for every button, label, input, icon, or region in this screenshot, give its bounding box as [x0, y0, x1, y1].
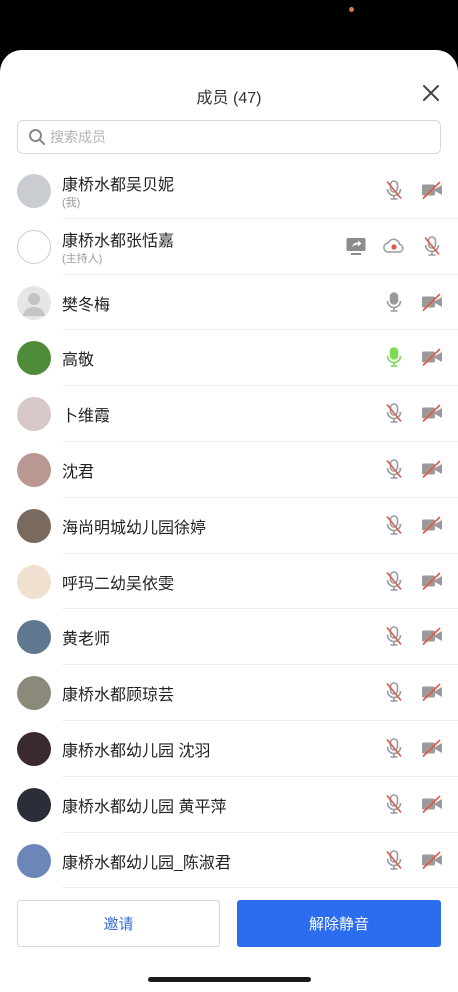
member-row[interactable]: 海尚明城幼儿园徐婷	[0, 498, 458, 554]
member-row[interactable]: 呼玛二幼吴依雯	[0, 554, 458, 610]
camera-off-icon[interactable]	[420, 457, 444, 481]
mic-muted-icon[interactable]	[382, 178, 406, 202]
member-status-icons	[382, 345, 444, 369]
member-status-icons	[382, 848, 444, 872]
mic-muted-icon[interactable]	[382, 624, 406, 648]
member-status-icons	[382, 178, 444, 202]
avatar	[17, 620, 51, 655]
member-role: (主持人)	[62, 252, 103, 265]
mic-muted-icon[interactable]	[382, 736, 406, 760]
member-row[interactable]: 康桥水都张恬嘉 (主持人)	[0, 219, 458, 275]
avatar	[17, 285, 51, 320]
mic-muted-icon[interactable]	[382, 401, 406, 425]
member-row[interactable]: 沈君	[0, 442, 458, 498]
member-status-icons	[382, 457, 444, 481]
mic-muted-icon[interactable]	[382, 569, 406, 593]
member-name: 康桥水都幼儿园 沈羽	[62, 742, 211, 760]
camera-off-icon[interactable]	[420, 401, 444, 425]
search-icon	[29, 129, 45, 145]
member-row[interactable]: 高敬	[0, 330, 458, 387]
member-name: 康桥水都吴贝妮	[62, 177, 175, 194]
screen-share-icon[interactable]	[344, 234, 368, 258]
mic-muted-icon[interactable]	[382, 457, 406, 481]
home-indicator[interactable]	[148, 977, 311, 982]
unmute-button[interactable]: 解除静音	[237, 900, 441, 947]
avatar	[17, 843, 51, 878]
member-name: 樊冬梅	[62, 296, 111, 314]
member-row[interactable]: 樊冬梅	[0, 275, 458, 331]
member-row[interactable]: 康桥水都幼儿园 沈羽	[0, 721, 458, 777]
camera-off-icon[interactable]	[420, 736, 444, 760]
member-row[interactable]: 康桥水都顾琼芸	[0, 665, 458, 721]
camera-off-icon[interactable]	[420, 569, 444, 593]
mic-muted-icon[interactable]	[382, 513, 406, 537]
avatar	[17, 731, 51, 766]
member-status-icons	[382, 401, 444, 425]
camera-indicator	[349, 7, 354, 12]
panel-header: 成员 (47)	[0, 50, 458, 154]
avatar	[17, 676, 51, 711]
member-name: 康桥水都幼儿园_陈淑君	[62, 854, 231, 872]
screen: 成员 (47) 康桥水都吴贝妮 (我) 康桥水都张恬嘉 (主持人) 樊冬梅高敬卜维霞沈君…	[0, 0, 458, 992]
member-name: 沈君	[62, 463, 95, 481]
member-status-icons	[382, 680, 444, 704]
member-status-icons	[382, 290, 444, 314]
member-name: 卜维霞	[62, 408, 111, 426]
avatar	[17, 174, 51, 208]
avatar	[17, 341, 51, 376]
member-status-icons	[382, 624, 444, 648]
member-status-icons	[344, 234, 444, 258]
mic-muted-icon[interactable]	[382, 680, 406, 704]
member-row[interactable]: 黄老师	[0, 609, 458, 666]
mic-icon[interactable]	[382, 290, 406, 314]
member-name: 康桥水都张恬嘉	[62, 232, 175, 250]
mic-muted-icon[interactable]	[382, 792, 406, 816]
avatar	[17, 452, 51, 487]
member-row[interactable]: 卜维霞	[0, 386, 458, 442]
camera-off-icon[interactable]	[420, 624, 444, 648]
mic-icon[interactable]	[382, 345, 406, 369]
search-box[interactable]	[17, 120, 441, 154]
close-icon[interactable]	[420, 82, 442, 104]
avatar	[17, 564, 51, 599]
member-status-icons	[382, 513, 444, 537]
search-input[interactable]	[50, 129, 410, 145]
members-panel: 成员 (47) 康桥水都吴贝妮 (我) 康桥水都张恬嘉 (主持人) 樊冬梅高敬卜维霞沈君…	[0, 50, 458, 992]
camera-off-icon[interactable]	[420, 848, 444, 872]
member-row[interactable]: 康桥水都幼儿园_陈淑君	[0, 833, 458, 889]
mic-muted-icon[interactable]	[420, 234, 444, 258]
invite-button[interactable]: 邀请	[17, 900, 220, 947]
camera-off-icon[interactable]	[420, 680, 444, 704]
member-row[interactable]: 康桥水都幼儿园 黄平萍	[0, 777, 458, 833]
member-status-icons	[382, 792, 444, 816]
camera-off-icon[interactable]	[420, 178, 444, 202]
member-name: 呼玛二幼吴依雯	[62, 575, 175, 593]
avatar	[17, 397, 51, 432]
member-row[interactable]: 康桥水都吴贝妮 (我)	[0, 163, 458, 219]
member-role: (我)	[62, 197, 81, 209]
avatar	[17, 508, 51, 543]
mic-muted-icon[interactable]	[382, 848, 406, 872]
avatar	[17, 229, 51, 264]
row-divider	[62, 887, 458, 889]
member-name: 康桥水都顾琼芸	[62, 687, 175, 705]
camera-off-icon[interactable]	[420, 345, 444, 369]
member-name: 黄老师	[62, 631, 111, 649]
member-name: 高敬	[62, 352, 95, 370]
member-name: 海尚明城幼儿园徐婷	[62, 519, 207, 537]
camera-off-icon[interactable]	[420, 513, 444, 537]
footer-actions: 邀请 解除静音	[0, 900, 458, 948]
camera-off-icon[interactable]	[420, 792, 444, 816]
avatar	[17, 787, 51, 822]
panel-title: 成员 (47)	[196, 90, 262, 107]
member-list: 康桥水都吴贝妮 (我) 康桥水都张恬嘉 (主持人) 樊冬梅高敬卜维霞沈君海尚明城幼儿园徐…	[0, 163, 458, 889]
cloud-record-icon[interactable]	[382, 234, 406, 258]
member-status-icons	[382, 736, 444, 760]
member-status-icons	[382, 569, 444, 593]
member-name: 康桥水都幼儿园 黄平萍	[62, 798, 227, 816]
camera-off-icon[interactable]	[420, 290, 444, 314]
